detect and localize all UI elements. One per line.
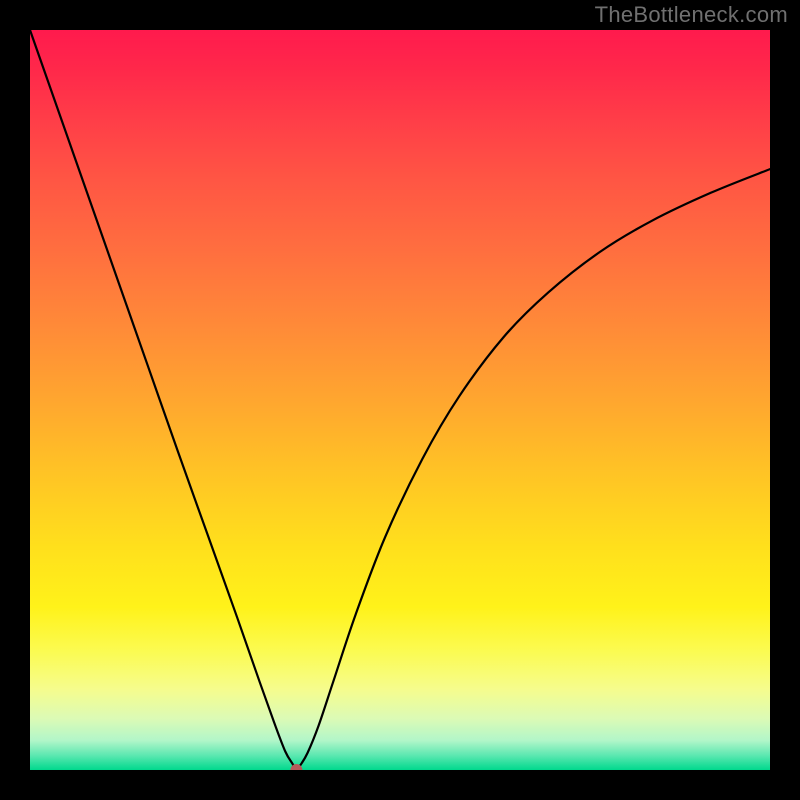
bottleneck-curve — [30, 30, 770, 770]
plot-area — [30, 30, 770, 770]
watermark-text: TheBottleneck.com — [595, 2, 788, 28]
chart-frame: TheBottleneck.com — [0, 0, 800, 800]
